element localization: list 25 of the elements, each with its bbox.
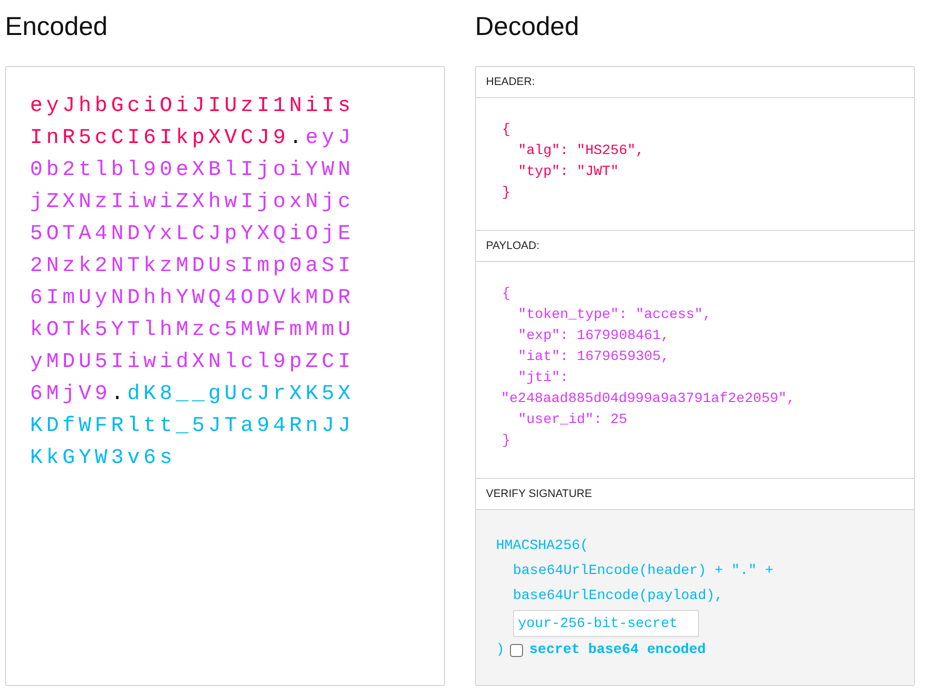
code-line: ): [496, 641, 504, 660]
json-line: }: [502, 433, 510, 449]
section-header: PAYLOAD:: [476, 231, 914, 262]
encoded-token-text: eyJhbGciOiJIUzI1NiIsInR5cCI6IkpXVCJ9.eyJ0b2tlbl90eXBlIjoiYWNjZXNzIiwiZXhwIjoxNjc5OTA4NDYxLCJpYXQiOjE2Nzk2NTkzMDUsImp0aSI6ImUyNDhhYWQ4ODVkMDRkOTk5YTlhMzc5MWFmMmUyMDU5IiwidXNlcl9pZCI6MjV9.dK8__gUcJrXK5XKDfWFRltt_5JTa94RnJJKkGYW3v6s: [30, 94, 356, 472]
json-line: }: [502, 185, 510, 201]
json-line: "iat": 1679659305,: [518, 349, 670, 365]
json-line: {: [502, 122, 510, 138]
json-line: {: [502, 286, 510, 302]
encoded-title: Encoded: [5, 10, 109, 43]
code-line: HMACSHA256(: [496, 537, 590, 556]
checkbox-label: secret base64 encoded: [529, 641, 706, 660]
json-line: "e248aad885d04d999a9a3791af2e2059",: [501, 391, 796, 407]
section-header: HEADER:: [476, 67, 914, 98]
json-line: "exp": 1679908461,: [518, 328, 670, 344]
base64-checkbox[interactable]: [510, 644, 524, 657]
decoded-title: Decoded: [475, 10, 580, 43]
json-line: "jti":: [518, 370, 568, 386]
code-line: base64UrlEncode(header) + "." +: [513, 563, 774, 579]
json-line: "user_id": 25: [518, 412, 628, 428]
secret-input-field[interactable]: your-256-bit-secret: [513, 610, 699, 637]
json-line: "typ": "JWT": [518, 164, 619, 180]
json-line: "token_type": "access",: [518, 307, 712, 323]
json-line: "alg": "HS256",: [518, 143, 644, 159]
encoded-token-field[interactable]: [5, 66, 445, 686]
code-line: base64UrlEncode(payload),: [513, 588, 724, 604]
